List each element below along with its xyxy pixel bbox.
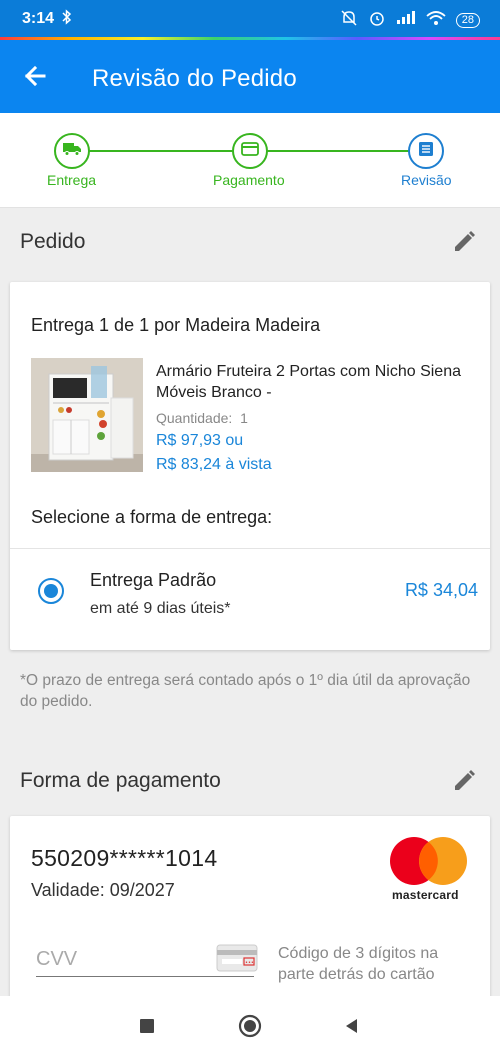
status-time: 3:14 [22, 10, 55, 27]
svg-text:•••: ••• [245, 960, 254, 966]
shipping-radio-standard[interactable] [38, 578, 64, 604]
bluetooth-icon [62, 9, 72, 30]
home-circle-icon[interactable] [238, 1014, 262, 1038]
order-card: Entrega 1 de 1 por Madeira Madeira Armár… [10, 282, 490, 650]
product-image[interactable] [31, 358, 143, 472]
shipping-option-price: R$ 34,04 [404, 580, 478, 600]
step-label-revisao: Revisão [401, 172, 452, 188]
step-connector [72, 150, 250, 152]
radio-selected-dot [44, 584, 58, 598]
back-arrow-icon[interactable] [20, 60, 52, 92]
quantity-value: 1 [240, 410, 248, 426]
cvv-help-text: Código de 3 dígitos na parte detrás do c… [278, 945, 439, 983]
price-installment: R$ 97,93 ou [156, 432, 244, 449]
quantity-label: Quantidade: [156, 410, 233, 426]
step-pagamento[interactable] [232, 133, 268, 169]
list-icon [418, 141, 434, 162]
status-bar: 3:14 28 [0, 0, 500, 40]
card-icon [241, 141, 259, 161]
divider [10, 548, 490, 549]
select-shipping-label: Selecione a forma de entrega: [31, 507, 273, 527]
checkout-stepper: Entrega Pagamento Revisão [0, 113, 500, 208]
price-cash: R$ 83,24 à vista [156, 456, 272, 473]
step-revisao[interactable] [408, 133, 444, 169]
mastercard-logo-icon: mastercard [388, 836, 470, 904]
step-label-pagamento: Pagamento [213, 172, 285, 188]
status-icons: 28 [340, 9, 480, 31]
truck-icon [63, 142, 81, 161]
battery-indicator: 28 [455, 12, 480, 28]
edit-payment-pencil-icon[interactable] [450, 767, 478, 795]
delivery-note: *O prazo de entrega será contado após o … [20, 672, 471, 710]
card-number: 550209******1014 [31, 845, 218, 871]
silent-icon [340, 9, 358, 31]
alarm-icon [368, 9, 386, 31]
recent-apps-square-icon[interactable] [135, 1014, 159, 1038]
card-validity: Validade: 09/2027 [31, 880, 175, 900]
order-section-title: Pedido [20, 230, 86, 253]
shipping-option-eta: em até 9 dias úteis* [90, 600, 231, 617]
step-entrega[interactable] [54, 133, 90, 169]
cvv-card-icon: ••• [216, 944, 258, 972]
mastercard-wordmark: mastercard [392, 888, 459, 902]
delivery-seller-title: Entrega 1 de 1 por Madeira Madeira [31, 315, 321, 335]
product-name[interactable]: Armário Fruteira 2 Portas com Nicho Sien… [156, 361, 476, 403]
step-connector [250, 150, 426, 152]
shipping-option-name[interactable]: Entrega Padrão [90, 570, 216, 591]
product-quantity: Quantidade: 1 [156, 410, 248, 426]
system-navigation-bar [0, 996, 500, 1056]
app-bar: Revisão do Pedido [0, 40, 500, 113]
wifi-icon [426, 10, 446, 30]
edit-order-pencil-icon[interactable] [450, 228, 478, 256]
step-label-entrega: Entrega [47, 172, 97, 188]
payment-section-title: Forma de pagamento [20, 769, 221, 792]
page-title: Revisão do Pedido [92, 65, 297, 92]
back-triangle-icon[interactable] [340, 1014, 364, 1038]
payment-card: 550209******1014 Validade: 09/2027 maste… [10, 816, 490, 1006]
signal-icon [396, 11, 416, 29]
